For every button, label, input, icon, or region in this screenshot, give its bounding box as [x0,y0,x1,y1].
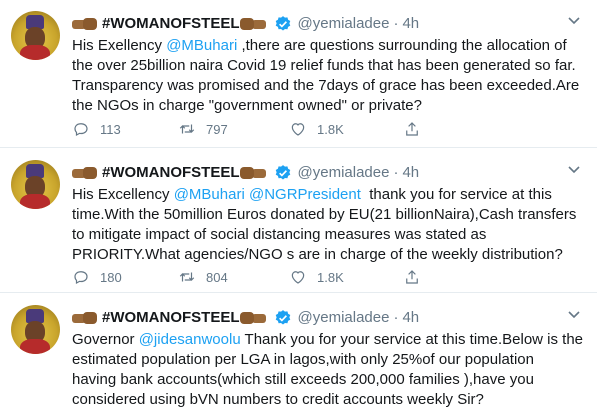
retweet-count: 797 [206,121,228,137]
heart-icon [291,271,305,284]
chevron-down-icon[interactable] [564,304,584,324]
tweet-text-line: His Excellency @MBuhari @NGRPresident th… [72,185,587,205]
tweet[interactable]: #WOMANOFSTEEL @yemialadee · 4h Governor … [0,294,597,412]
tweet-text-segment: the over 25billion naira Covid 19 relief… [72,57,576,74]
tweet-text-line: Transparency was promised and the 7days … [72,76,587,96]
reply-count: 113 [100,121,121,137]
chevron-down-icon[interactable] [564,10,584,30]
reply-button[interactable]: 113 [72,119,121,139]
raised-fist-emoji-icon [72,166,98,180]
chevron-down-icon[interactable] [564,159,584,179]
retweet-arrows-icon [179,124,195,134]
reply-count: 180 [100,269,122,285]
tweet-header: #WOMANOFSTEEL @yemialadee · 4h [72,14,419,34]
separator-dot: · [393,15,399,32]
speech-bubble-icon [74,123,88,137]
raised-fist-emoji-icon [72,311,98,325]
tweet-text-line: His Exellency @MBuhari ,there are questi… [72,36,587,56]
avatar[interactable] [11,11,60,60]
tweet-text-segment: the NGOs in charge "government owned" or… [72,97,422,114]
tweet-text-segment: to mitigate impact of social distancing … [72,226,487,243]
share-upload-icon [406,270,418,284]
tweet-text: His Exellency @MBuhari ,there are questi… [72,36,587,116]
tweet-text-line: time.With the 50million Euros donated by… [72,205,587,225]
tweet-text-segment: His Exellency [72,37,167,54]
tweet[interactable]: #WOMANOFSTEEL @yemialadee · 4h His Excel… [0,149,597,293]
avatar[interactable] [11,305,60,354]
avatar[interactable] [11,160,60,209]
mention-link[interactable]: @jidesanwoolu [139,331,241,348]
tweet-text-segment: thank you for service at this [360,186,552,203]
author-handle[interactable]: @yemialadee [298,163,390,183]
action-bar: 113 797 1.8K [72,119,512,139]
share-button[interactable] [403,119,421,139]
author-name[interactable]: #WOMANOFSTEEL [102,308,240,328]
retweet-count: 804 [206,269,228,285]
author-name[interactable]: #WOMANOFSTEEL [102,14,240,34]
tweet-header: #WOMANOFSTEEL @yemialadee · 4h [72,163,419,183]
tweet-text-line: having bank accounts(which still exceeds… [72,370,587,390]
tweet-text-segment: estimated population per LGA in lagos,wi… [72,351,534,368]
mention-link[interactable]: @MBuhari [174,186,245,203]
author-name[interactable]: #WOMANOFSTEEL [102,163,240,183]
author-handle[interactable]: @yemialadee [298,308,390,328]
reply-button[interactable]: 180 [72,267,122,287]
speech-bubble-icon [74,271,88,285]
tweet-text-segment: considered using bVN numbers to credit a… [72,391,484,408]
mention-link[interactable]: @MBuhari [166,37,237,54]
like-count: 1.8K [317,269,344,285]
tweet-text-line: PRIORITY.What agencies/NGO s are in char… [72,245,587,265]
tweet-text: His Excellency @MBuhari @NGRPresident th… [72,185,587,265]
tweet-text-segment: time.With the 50million Euros donated by… [72,206,577,223]
tweet-text: Governor @jidesanwoolu Thank you for you… [72,330,587,410]
tweet-text-line: considered using bVN numbers to credit a… [72,390,587,410]
heart-icon [291,123,305,136]
timestamp[interactable]: 4h [402,308,419,328]
separator-dot: · [393,164,399,181]
raised-fist-emoji-icon [72,17,98,31]
timestamp[interactable]: 4h [402,163,419,183]
tweet-text-line: the over 25billion naira Covid 19 relief… [72,56,587,76]
retweet-arrows-icon [179,272,195,282]
action-bar: 180 804 1.8K [72,267,512,287]
tweet-text-segment: Transparency was promised and the 7days … [72,77,580,94]
tweet-text-line: to mitigate impact of social distancing … [72,225,587,245]
timestamp[interactable]: 4h [402,14,419,34]
retweet-button[interactable]: 797 [178,119,228,139]
tweet-text-segment: His Excellency [72,186,174,203]
tweet-text-line: estimated population per LGA in lagos,wi… [72,350,587,370]
tweet-text-line: Governor @jidesanwoolu Thank you for you… [72,330,587,350]
tweet-text-segment: Thank you for your service at this time.… [240,331,584,348]
tweet[interactable]: #WOMANOFSTEEL @yemialadee · 4h His Exell… [0,0,597,148]
verified-badge-icon [275,310,290,325]
tweet-header: #WOMANOFSTEEL @yemialadee · 4h [72,308,419,328]
like-count: 1.8K [317,121,344,137]
tweet-text-segment: PRIORITY.What agencies/NGO s are in char… [72,246,563,263]
separator-dot: · [393,309,399,326]
verified-badge-icon [275,165,290,180]
raised-fist-emoji-icon [239,311,266,325]
raised-fist-emoji-icon [239,166,266,180]
tweet-text-segment: Governor [72,331,139,348]
like-button[interactable]: 1.8K [289,267,344,287]
tweet-text-segment: having bank accounts(which still exceeds… [72,371,534,388]
tweet-text-line: the NGOs in charge "government owned" or… [72,96,587,116]
raised-fist-emoji-icon [239,17,266,31]
mention-link[interactable]: @NGRPresident [249,186,361,203]
retweet-button[interactable]: 804 [178,267,228,287]
tweet-text-segment: ,there are questions surrounding the all… [237,37,567,54]
author-handle[interactable]: @yemialadee [298,14,390,34]
verified-badge-icon [275,16,290,31]
share-upload-icon [406,122,418,136]
like-button[interactable]: 1.8K [289,119,344,139]
share-button[interactable] [403,267,421,287]
